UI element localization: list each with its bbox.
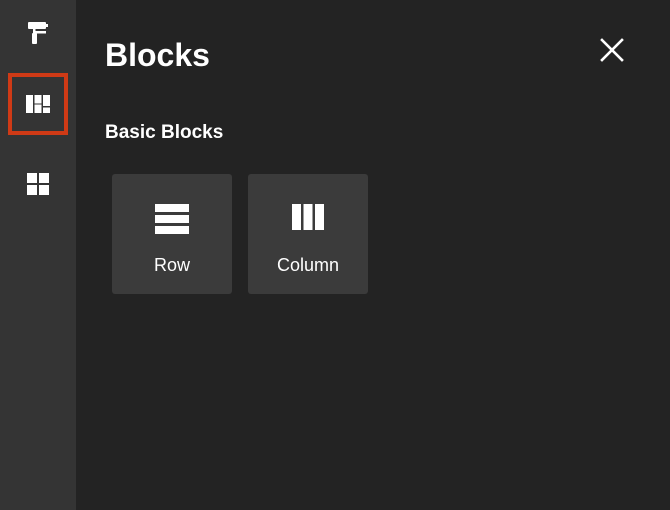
rows-icon: [155, 204, 189, 236]
sidebar-rail: [0, 0, 76, 510]
grid-icon: [27, 173, 49, 195]
paint-roller-icon: [27, 20, 49, 46]
block-column-label: Column: [276, 255, 340, 275]
section-title-basic-blocks: Basic Blocks: [105, 122, 224, 143]
columns-icon: [292, 204, 324, 236]
sidebar-item-style[interactable]: [8, 2, 68, 64]
blocks-icon: [26, 95, 50, 113]
close-button[interactable]: [596, 36, 628, 68]
sidebar-item-layout[interactable]: [8, 153, 68, 215]
block-column[interactable]: Column: [248, 174, 368, 294]
panel-title: Blocks: [105, 37, 210, 73]
block-row-label: Row: [153, 255, 190, 275]
close-icon: [600, 37, 624, 67]
sidebar-item-blocks[interactable]: [8, 73, 68, 135]
block-row[interactable]: Row: [112, 174, 232, 294]
blocks-editor: Blocks Basic Blocks Row Column: [0, 0, 670, 510]
blocks-panel: Blocks Basic Blocks Row Column: [76, 0, 670, 510]
